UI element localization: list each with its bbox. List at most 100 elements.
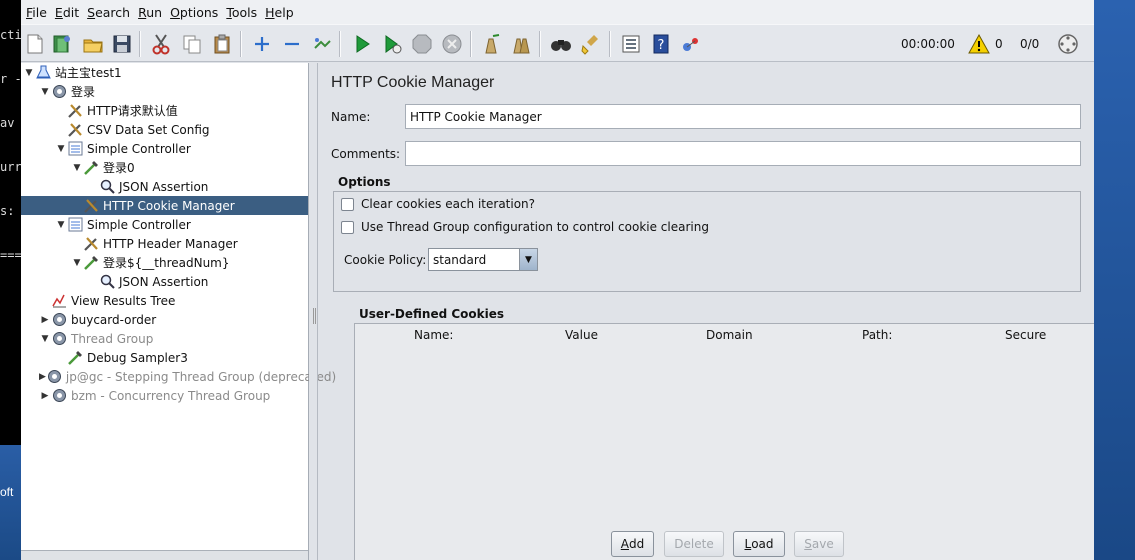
clear-each-iteration-label: Clear cookies each iteration? (361, 197, 536, 211)
load-button[interactable]: Load (733, 531, 785, 557)
tree-node[interactable]: View Results Tree (21, 291, 308, 310)
tree-node[interactable]: ▼ Simple Controller (21, 215, 308, 234)
expanded-arrow-icon[interactable]: ▼ (71, 257, 83, 269)
clear-each-iteration-checkbox[interactable] (341, 198, 354, 211)
collapsed-arrow-icon[interactable]: ▶ (39, 390, 51, 402)
config-icon (83, 235, 100, 252)
config-icon (67, 102, 84, 119)
help-icon[interactable]: ? (649, 32, 673, 56)
tree-node-label: Debug Sampler3 (87, 350, 188, 365)
globe-icon[interactable] (1056, 32, 1080, 56)
terminal-line: urr (0, 160, 21, 174)
tree-node[interactable]: ▼ 站主宝test1 (21, 63, 308, 82)
warning-count: 0 (995, 37, 1003, 51)
paste-icon[interactable] (210, 32, 234, 56)
menu-options[interactable]: Options (170, 5, 218, 20)
test-plan-tree[interactable]: ▼ 站主宝test1 ▼ 登录 HTTP请求默认值 CSV Data Set Config… (21, 63, 336, 560)
open-icon[interactable] (81, 32, 105, 56)
column-value[interactable]: Value (565, 328, 598, 342)
tree-node[interactable]: ▼ 登录0 (21, 158, 308, 177)
function-helper-icon[interactable] (619, 32, 643, 56)
menu-edit[interactable]: Edit (55, 5, 79, 20)
user-cookies-table[interactable]: Name: Value Domain Path: Secure (354, 323, 1094, 560)
tree-node[interactable]: HTTP Cookie Manager (21, 196, 308, 215)
tree-node[interactable]: JSON Assertion (21, 272, 308, 291)
start-no-pause-icon[interactable] (380, 32, 404, 56)
tree-node[interactable]: ▼ Simple Controller (21, 139, 308, 158)
sampler-icon (83, 159, 100, 176)
delete-button[interactable]: Delete (664, 531, 724, 557)
expand-icon[interactable] (250, 32, 274, 56)
name-field[interactable]: HTTP Cookie Manager (405, 104, 1081, 129)
cut-icon[interactable] (149, 32, 173, 56)
tree-node[interactable]: ▶ jp@gc - Stepping Thread Group (deprecat… (21, 367, 336, 386)
shutdown-icon[interactable] (440, 32, 464, 56)
start-icon[interactable] (350, 32, 374, 56)
column-secure[interactable]: Secure (1005, 328, 1046, 342)
tree-node[interactable]: JSON Assertion (21, 177, 308, 196)
toggle-icon[interactable] (310, 32, 334, 56)
menu-file[interactable]: File (26, 5, 47, 20)
expanded-arrow-icon[interactable]: ▼ (71, 162, 83, 174)
terminal-line: av (0, 116, 15, 130)
tree-node[interactable]: ▶ bzm - Concurrency Thread Group (21, 386, 308, 405)
collapsed-arrow-icon[interactable]: ▶ (39, 371, 46, 383)
copy-icon[interactable] (180, 32, 204, 56)
tree-horizontal-scrollbar[interactable] (21, 550, 308, 560)
templates-icon[interactable] (50, 32, 74, 56)
expanded-arrow-icon[interactable]: ▼ (39, 86, 51, 98)
expanded-arrow-icon[interactable]: ▼ (55, 219, 67, 231)
tree-node[interactable]: CSV Data Set Config (21, 120, 308, 139)
tree-node[interactable]: HTTP Header Manager (21, 234, 308, 253)
collapse-icon[interactable] (280, 32, 304, 56)
clear-all-icon[interactable] (509, 32, 533, 56)
expanded-arrow-icon[interactable]: ▼ (23, 67, 35, 79)
terminal-window: cti r - av urr s: === (0, 0, 21, 445)
search-icon[interactable] (549, 32, 573, 56)
thread-group-icon (51, 330, 68, 347)
save-button[interactable]: Save (794, 531, 844, 557)
tree-node-label: Simple Controller (87, 217, 191, 232)
pane-splitter[interactable] (309, 63, 318, 560)
reset-search-icon[interactable] (579, 32, 603, 56)
config-icon (83, 197, 100, 214)
add-button[interactable]: Add (611, 531, 654, 557)
menu-help[interactable]: Help (265, 5, 294, 20)
column-name[interactable]: Name: (414, 328, 453, 342)
save-icon[interactable] (110, 32, 134, 56)
menu-search[interactable]: Search (87, 5, 130, 20)
tree-node[interactable]: ▼ 登录${__threadNum} (21, 253, 308, 272)
tree-node[interactable]: ▼ 登录 (21, 82, 308, 101)
cookie-policy-select[interactable]: standard ▼ (428, 248, 538, 271)
tree-node-label: bzm - Concurrency Thread Group (71, 388, 271, 403)
collapsed-arrow-icon[interactable]: ▶ (39, 314, 51, 326)
comments-field[interactable] (405, 141, 1081, 166)
name-label: Name: (331, 110, 371, 124)
menu-run[interactable]: Run (138, 5, 162, 20)
use-thread-group-label: Use Thread Group configuration to contro… (361, 220, 709, 234)
expanded-arrow-icon[interactable]: ▼ (55, 143, 67, 155)
stop-icon[interactable] (410, 32, 434, 56)
warning-icon[interactable] (967, 32, 991, 56)
testplan-icon (35, 64, 52, 81)
clear-icon[interactable] (479, 32, 503, 56)
use-thread-group-checkbox[interactable] (341, 221, 354, 234)
thread-group-icon (51, 387, 68, 404)
tree-node-label: 登录0 (103, 161, 135, 175)
chevron-down-icon[interactable]: ▼ (519, 249, 537, 270)
desktop-background (1094, 0, 1135, 560)
remote-icon[interactable] (679, 32, 703, 56)
menu-tools[interactable]: Tools (226, 5, 257, 20)
new-icon[interactable] (23, 32, 47, 56)
expanded-arrow-icon[interactable]: ▼ (39, 333, 51, 345)
column-path[interactable]: Path: (862, 328, 892, 342)
column-domain[interactable]: Domain (706, 328, 753, 342)
tree-node[interactable]: ▶ buycard-order (21, 310, 308, 329)
tree-node-label: 站主宝test1 (55, 66, 122, 80)
tree-node[interactable]: Debug Sampler3 (21, 348, 308, 367)
tree-node[interactable]: HTTP请求默认值 (21, 101, 308, 120)
tree-node[interactable]: ▼ Thread Group (21, 329, 308, 348)
